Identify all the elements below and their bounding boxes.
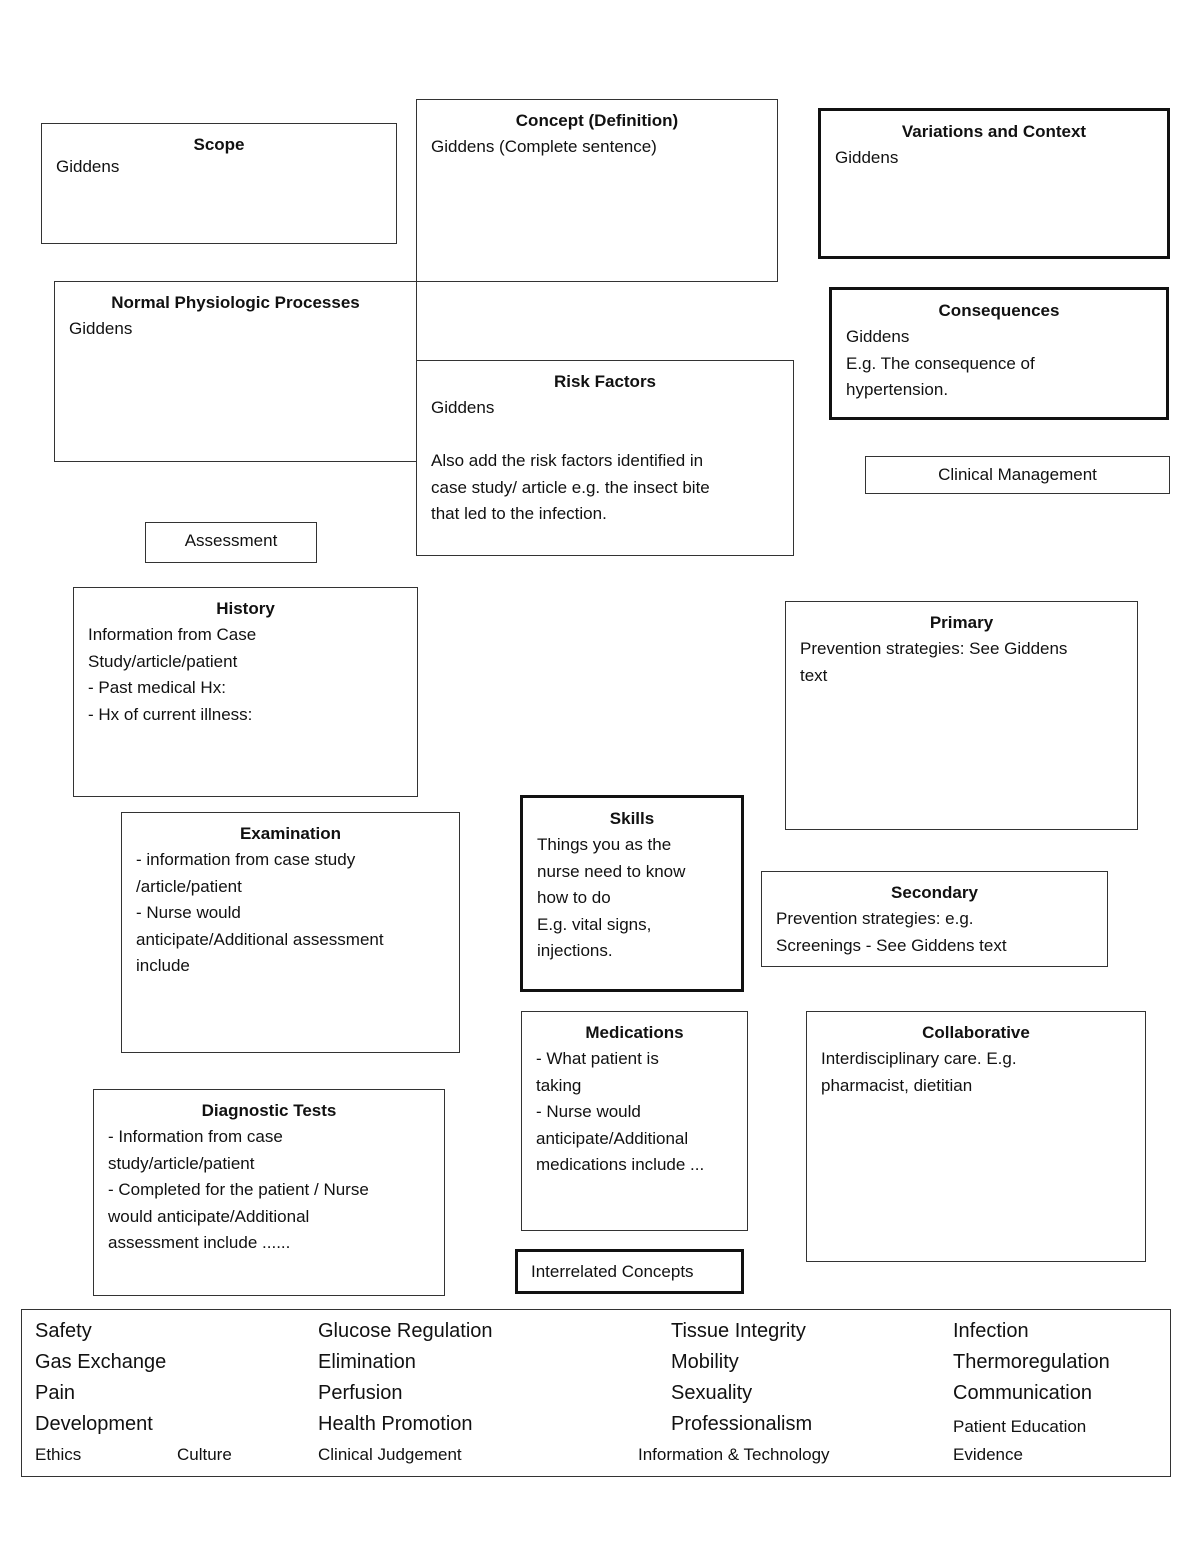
risk-factors-body: Giddens Also add the risk factors identi…: [431, 398, 710, 523]
secondary-body: Prevention strategies: e.g. Screenings -…: [776, 909, 1007, 955]
diagnostic-tests-box: Diagnostic Tests - Information from case…: [93, 1089, 445, 1296]
consequences-box: Consequences Giddens E.g. The consequenc…: [829, 287, 1169, 420]
concept-item: Tissue Integrity: [671, 1320, 806, 1342]
concept-item: Ethics: [35, 1445, 82, 1464]
scope-box: Scope Giddens: [41, 123, 397, 244]
concept-item: Glucose Regulation: [318, 1320, 493, 1342]
concept-title: Concept (Definition): [515, 111, 679, 130]
secondary-title: Secondary: [891, 883, 978, 902]
skills-title: Skills: [609, 809, 655, 828]
concept-item: Mobility: [671, 1351, 739, 1373]
normal-physiologic-body: Giddens: [69, 319, 133, 338]
skills-body: Things you as the nurse need to know how…: [537, 835, 686, 960]
concept-body: Giddens (Complete sentence): [431, 137, 657, 156]
medications-box: Medications - What patient is taking - N…: [521, 1011, 748, 1231]
concept-item: Elimination: [318, 1351, 416, 1373]
collaborative-box: Collaborative Interdisciplinary care. E.…: [806, 1011, 1146, 1262]
concept-item: Sexuality: [671, 1382, 753, 1404]
concept-item: Patient Education: [953, 1417, 1087, 1436]
primary-body: Prevention strategies: See Giddens text: [800, 639, 1068, 685]
medications-title: Medications: [585, 1023, 684, 1042]
diagnostic-tests-title: Diagnostic Tests: [201, 1101, 337, 1120]
interrelated-concepts-list: Safety Gas Exchange Pain Development Glu…: [21, 1309, 1171, 1477]
consequences-title: Consequences: [938, 301, 1060, 320]
concept-box: Concept (Definition) Giddens (Complete s…: [416, 99, 778, 282]
concept-item: Culture: [177, 1445, 232, 1464]
examination-title: Examination: [239, 824, 342, 843]
variations-title: Variations and Context: [901, 122, 1087, 141]
concept-item: Information & Technology: [638, 1445, 830, 1464]
concept-item: Thermoregulation: [953, 1351, 1110, 1373]
risk-factors-box: Risk Factors Giddens Also add the risk f…: [416, 360, 794, 556]
concept-item: Infection: [953, 1320, 1029, 1342]
concept-item: Health Promotion: [318, 1413, 473, 1435]
concept-item: Development: [35, 1413, 153, 1435]
history-box: History Information from Case Study/arti…: [73, 587, 418, 797]
examination-box: Examination - information from case stud…: [121, 812, 460, 1053]
concept-item: Clinical Judgement: [318, 1445, 462, 1464]
risk-factors-title: Risk Factors: [553, 372, 657, 391]
variations-box: Variations and Context Giddens: [818, 108, 1170, 259]
collaborative-body: Interdisciplinary care. E.g. pharmacist,…: [821, 1049, 1017, 1095]
concept-item: Perfusion: [318, 1382, 403, 1404]
skills-box: Skills Things you as the nurse need to k…: [520, 795, 744, 992]
collaborative-title: Collaborative: [922, 1023, 1030, 1042]
concept-item: Pain: [35, 1382, 76, 1404]
variations-body: Giddens: [835, 148, 899, 167]
history-body: Information from Case Study/article/pati…: [88, 625, 257, 724]
clinical-management-label: Clinical Management: [865, 456, 1170, 494]
normal-physiologic-title: Normal Physiologic Processes: [111, 293, 360, 312]
consequences-body: Giddens E.g. The consequence of hyperten…: [846, 327, 1035, 399]
history-title: History: [216, 599, 275, 618]
diagnostic-tests-body: - Information from case study/article/pa…: [108, 1127, 369, 1252]
secondary-box: Secondary Prevention strategies: e.g. Sc…: [761, 871, 1108, 967]
medications-body: - What patient is taking - Nurse would a…: [536, 1049, 705, 1174]
concept-item: Gas Exchange: [35, 1351, 167, 1373]
interrelated-concepts-label: Interrelated Concepts: [515, 1249, 744, 1294]
concept-item: Evidence: [953, 1445, 1023, 1464]
primary-title: Primary: [929, 613, 994, 632]
concept-item: Safety: [35, 1320, 92, 1342]
concept-item: Professionalism: [671, 1413, 813, 1435]
normal-physiologic-box: Normal Physiologic Processes Giddens: [54, 281, 417, 462]
assessment-label: Assessment: [145, 522, 317, 563]
examination-body: - information from case study /article/p…: [136, 850, 384, 975]
concept-item: Communication: [953, 1382, 1092, 1404]
primary-box: Primary Prevention strategies: See Gidde…: [785, 601, 1138, 830]
